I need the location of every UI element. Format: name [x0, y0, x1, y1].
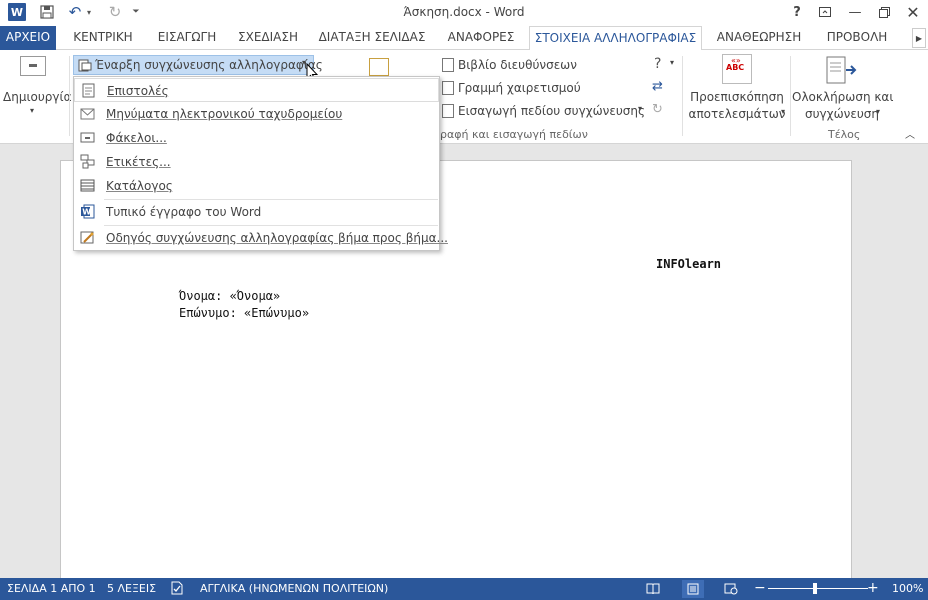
preview-results-icon[interactable]: «» ABC	[722, 54, 752, 84]
document-header-text: INFOlearn	[656, 257, 722, 271]
tab-references[interactable]: ΑΝΑΦΟΡΕΣ	[438, 26, 524, 50]
customize-qat-icon[interactable]: ⏷	[130, 3, 142, 21]
menu-item-label: Τυπικό έγγραφο του Word	[106, 205, 262, 219]
redo-icon[interactable]: ↻	[106, 3, 124, 21]
undo-icon[interactable]: ↶	[66, 3, 84, 21]
mail-merge-icon	[78, 59, 92, 72]
group-separator	[682, 56, 683, 136]
preview-results-button[interactable]: Προεπισκόπηση αποτελεσμάτων	[686, 89, 788, 123]
greeting-line-button[interactable]: Γραμμή χαιρετισμού	[458, 81, 581, 95]
tab-design[interactable]: ΣΧΕΔΙΑΣΗ	[232, 26, 304, 50]
ribbon-tab-bar: ΑΡΧΕΙΟ ΚΕΝΤΡΙΚΗ ΕΙΣΑΓΩΓΗ ΣΧΕΔΙΑΣΗ ΔΙΑΤΑΞ…	[0, 26, 928, 51]
directory-icon	[80, 179, 95, 192]
match-fields-icon[interactable]: ⇄	[652, 79, 663, 94]
menu-item-labels[interactable]: Ετικέτες...	[74, 150, 439, 174]
ribbon-display-options-icon[interactable]	[814, 2, 836, 22]
write-insert-group-label: ραφή και εισαγωγή πεδίων	[440, 128, 588, 141]
menu-item-label: Οδηγός συγχώνευσης αλληλογραφίας βήμα πρ…	[106, 231, 448, 245]
zoom-level[interactable]: 100%	[892, 582, 923, 595]
start-mail-merge-button[interactable]: Έναρξη συγχώνευσης αλληλογραφίας ▾	[73, 55, 323, 75]
page-count-status[interactable]: ΣΕΛΙΔΑ 1 ΑΠΟ 1	[7, 582, 96, 595]
zoom-out-icon[interactable]: −	[754, 580, 766, 596]
finish-group-label: Τέλος	[828, 128, 861, 141]
minimize-icon[interactable]: —	[844, 2, 866, 22]
language-status[interactable]: ΑΓΓΛΙΚΑ (ΗΝΩΜΕΝΩΝ ΠΟΛΙΤΕΙΩΝ)	[200, 582, 388, 595]
address-block-button[interactable]: Βιβλίο διευθύνσεων	[458, 58, 577, 72]
email-icon	[80, 108, 95, 120]
insert-merge-field-button[interactable]: Εισαγωγή πεδίου συγχώνευσης	[458, 104, 645, 118]
start-mail-merge-menu: Επιστολές Μηνύματα ηλεκτρονικού ταχυδρομ…	[73, 76, 448, 251]
group-separator	[69, 56, 70, 136]
svg-text:W: W	[82, 208, 91, 217]
edit-recipients-icon[interactable]	[369, 58, 389, 76]
tab-view[interactable]: ΠΡΟΒΟΛΗ	[816, 26, 898, 50]
menu-item-letters[interactable]: Επιστολές	[74, 78, 439, 102]
chevron-down-icon[interactable]: ▾	[638, 104, 642, 113]
address-block-icon[interactable]	[442, 58, 454, 72]
menu-item-label: Ετικέτες...	[106, 155, 171, 169]
help-icon[interactable]: ?	[786, 2, 808, 22]
web-layout-icon[interactable]	[720, 580, 742, 598]
wizard-icon	[80, 231, 94, 244]
tab-file[interactable]: ΑΡΧΕΙΟ	[0, 26, 56, 50]
menu-item-label: Μηνύματα ηλεκτρονικού ταχυδρομείου	[106, 107, 343, 121]
finish-merge-button[interactable]: Ολοκλήρωση και συγχώνευση	[792, 89, 894, 123]
menu-item-label: Φάκελοι...	[106, 131, 167, 145]
preview-label-line1: Προεπισκόπηση	[690, 90, 784, 104]
word-app-icon[interactable]: W	[8, 3, 26, 21]
proofing-icon[interactable]	[170, 581, 184, 598]
close-icon[interactable]: ✕	[902, 2, 924, 22]
create-dropdown-icon[interactable]: ▾	[30, 106, 34, 115]
zoom-in-icon[interactable]: +	[867, 580, 879, 596]
word-doc-icon: W	[81, 204, 95, 219]
envelope-icon	[80, 132, 95, 143]
chevron-down-icon[interactable]: ▾	[670, 58, 674, 67]
document-line-name: Όνομα: «Όνομα»	[179, 289, 281, 303]
abc-text: ABC	[726, 63, 745, 72]
print-layout-icon[interactable]	[682, 580, 704, 598]
zoom-slider-track[interactable]	[768, 588, 868, 589]
read-mode-icon[interactable]	[642, 580, 664, 598]
labels-icon	[80, 154, 95, 169]
tab-insert[interactable]: ΕΙΣΑΓΩΓΗ	[150, 26, 224, 50]
letters-icon	[82, 83, 95, 98]
status-bar: ΣΕΛΙΔΑ 1 ΑΠΟ 1 5 ΛΕΞΕΙΣ ΑΓΓΛΙΚΑ (ΗΝΩΜΕΝΩ…	[0, 578, 928, 600]
menu-item-directory[interactable]: Κατάλογος	[74, 174, 439, 198]
greeting-line-icon[interactable]	[442, 81, 454, 95]
finish-label-line1: Ολοκλήρωση και	[792, 90, 894, 104]
envelope-icon[interactable]	[20, 56, 46, 76]
menu-item-email-messages[interactable]: Μηνύματα ηλεκτρονικού ταχυδρομείου	[74, 102, 439, 126]
create-button[interactable]: Δημιουργία	[3, 90, 71, 104]
word-count-status[interactable]: 5 ΛΕΞΕΙΣ	[107, 582, 156, 595]
tab-scroll-right-icon[interactable]: ▶	[912, 28, 926, 48]
update-labels-icon[interactable]: ↻	[652, 102, 663, 117]
menu-item-normal-word-document[interactable]: W Τυπικό έγγραφο του Word	[74, 200, 439, 224]
group-separator	[790, 56, 791, 136]
restore-icon[interactable]	[873, 2, 895, 22]
tab-page-layout[interactable]: ΔΙΑΤΑΞΗ ΣΕΛΙΔΑΣ	[314, 26, 430, 50]
finish-merge-icon[interactable]	[826, 56, 860, 86]
save-icon[interactable]	[38, 3, 56, 21]
menu-item-envelopes[interactable]: Φάκελοι...	[74, 126, 439, 150]
insert-merge-field-icon[interactable]	[442, 104, 454, 118]
collapse-ribbon-icon[interactable]: ︿	[905, 126, 915, 141]
tab-review[interactable]: ΑΝΑΘΕΩΡΗΣΗ	[710, 26, 808, 50]
zoom-slider-thumb[interactable]	[813, 583, 817, 594]
chevron-down-icon[interactable]: ▾	[876, 107, 880, 116]
title-bar: W ↶ ▾ ↻ ⏷ Άσκηση.docx - Word ? — ✕	[0, 0, 928, 24]
preview-label-line2: αποτελεσμάτων	[688, 107, 786, 121]
undo-dropdown-icon[interactable]: ▾	[84, 3, 94, 21]
start-mail-merge-label: Έναρξη συγχώνευσης αλληλογραφίας	[95, 58, 323, 72]
menu-item-label: Κατάλογος	[106, 179, 173, 193]
tab-mailings[interactable]: ΣΤΟΙΧΕΙΑ ΑΛΛΗΛΟΓΡΑΦΙΑΣ	[529, 26, 702, 51]
tab-home[interactable]: ΚΕΝΤΡΙΚΗ	[66, 26, 140, 50]
document-line-surname: Επώνυμο: «Επώνυμο»	[179, 306, 310, 320]
menu-item-label: Επιστολές	[107, 84, 169, 98]
chevron-down-icon[interactable]: ▾	[781, 107, 785, 116]
menu-item-step-by-step-wizard[interactable]: Οδηγός συγχώνευσης αλληλογραφίας βήμα πρ…	[74, 226, 448, 250]
rules-icon[interactable]: ?	[654, 56, 661, 72]
